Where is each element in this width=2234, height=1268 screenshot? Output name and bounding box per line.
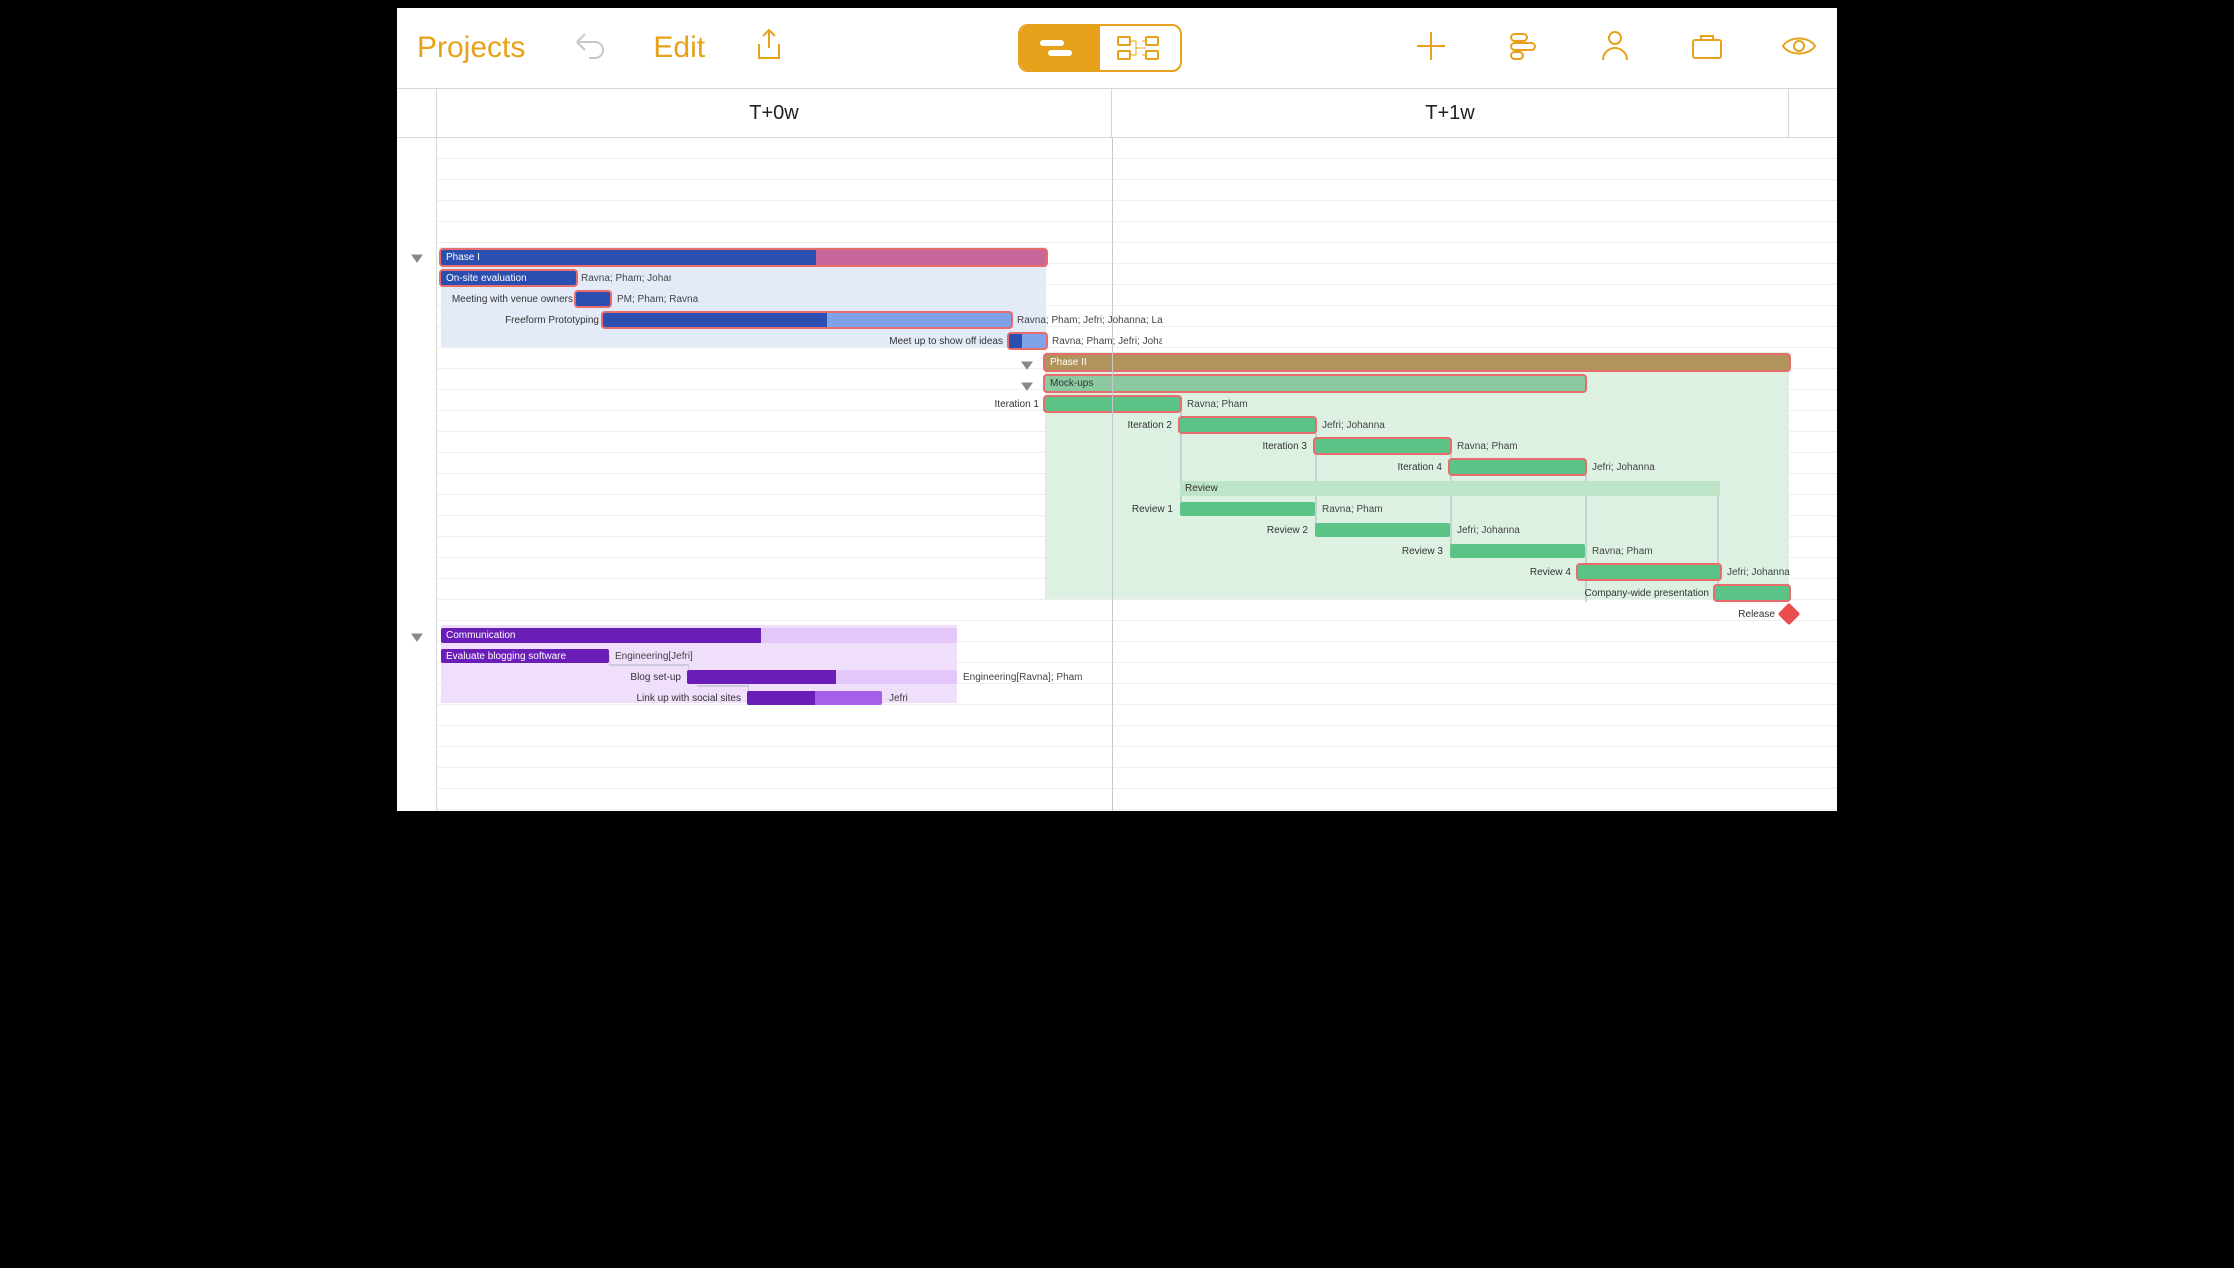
- task-bar-iter2[interactable]: [1180, 418, 1315, 432]
- task-res-iter4: Jefri; Johanna: [1592, 457, 1655, 478]
- task-label-rev1: Review 1: [1125, 499, 1173, 520]
- task-label-rev2: Review 2: [1260, 520, 1308, 541]
- task-label-iter4: Iteration 4: [1390, 457, 1442, 478]
- triangle-down-icon: [1021, 380, 1033, 392]
- styles-icon: [1505, 28, 1541, 64]
- disclosure-mockups[interactable]: [1021, 379, 1033, 391]
- task-bar-blogsetup[interactable]: [687, 670, 957, 684]
- task-label-evalblog: Evaluate blogging software: [446, 651, 566, 662]
- week-divider: [1112, 138, 1113, 811]
- task-label-iter3: Iteration 3: [1255, 436, 1307, 457]
- task-bar-iter4[interactable]: [1450, 460, 1585, 474]
- task-bar-rev1[interactable]: [1180, 502, 1315, 516]
- task-label-iter2: Iteration 2: [1120, 415, 1172, 436]
- task-bar-onsite[interactable]: On-site evaluation: [441, 271, 576, 285]
- task-label-onsite: On-site evaluation: [446, 273, 527, 284]
- task-bar-evalblog[interactable]: Evaluate blogging software: [441, 649, 609, 663]
- triangle-down-icon: [411, 252, 423, 264]
- triangle-down-icon: [411, 631, 423, 643]
- task-label-blogsetup: Blog set-up: [623, 667, 681, 688]
- timeline-header: T+0w T+1w: [397, 88, 1837, 138]
- group-label-phase1: Phase I: [446, 252, 480, 263]
- person-icon: [1597, 28, 1633, 64]
- group-label-phase2: Phase II: [1050, 357, 1087, 368]
- task-res-rev3: Ravna; Pham: [1592, 541, 1653, 562]
- group-bar-communication[interactable]: Communication: [441, 628, 957, 643]
- task-label-proto: Freeform Prototyping: [511, 310, 599, 331]
- task-label-meetup: Meet up to show off ideas: [903, 331, 1003, 352]
- task-res-iter3: Ravna; Pham: [1457, 436, 1518, 457]
- gantt-view-icon: [1038, 34, 1082, 62]
- task-bar-proto[interactable]: [603, 313, 1011, 327]
- group-bar-phase2[interactable]: Phase II: [1045, 355, 1789, 370]
- task-res-linkup: Jefri: [889, 688, 908, 709]
- task-bar-rev4[interactable]: [1578, 565, 1720, 579]
- group-bar-review[interactable]: Review: [1180, 481, 1720, 496]
- task-label-present: Company-wide presentation: [1597, 583, 1709, 604]
- app-window: Projects Edit: [389, 0, 1845, 819]
- gantt-view-button[interactable]: [1020, 26, 1100, 70]
- add-button[interactable]: [1413, 28, 1449, 69]
- task-res-iter1: Ravna; Pham: [1187, 394, 1248, 415]
- task-label-rev4: Review 4: [1523, 562, 1571, 583]
- time-column-1-label: T+1w: [1425, 102, 1474, 125]
- task-bar-iter3[interactable]: [1315, 439, 1450, 453]
- share-icon: [751, 28, 787, 64]
- task-bar-meetup[interactable]: [1009, 334, 1046, 348]
- undo-icon: [571, 28, 607, 64]
- project-button[interactable]: [1689, 28, 1725, 69]
- task-bar-linkup[interactable]: [747, 691, 882, 705]
- dependency-line: [1450, 441, 1452, 551]
- task-bar-present[interactable]: [1715, 586, 1789, 600]
- time-column-0[interactable]: T+0w: [437, 89, 1112, 137]
- group-bar-phase1[interactable]: Phase I: [441, 250, 1046, 265]
- task-bar-rev2[interactable]: [1315, 523, 1450, 537]
- task-res-iter2: Jefri; Johanna: [1322, 415, 1385, 436]
- disclosure-phase2[interactable]: [1021, 358, 1033, 370]
- task-res-rev4: Jefri; Johanna: [1727, 562, 1790, 583]
- view-mode-segmented: [1018, 24, 1182, 72]
- task-res-evalblog: Engineering[Jefri]: [615, 646, 693, 667]
- task-res-meetup: Ravna; Pham; Jefri; Johanna; PM: [1052, 331, 1162, 352]
- chart-gutter: [397, 138, 437, 811]
- toolbar: Projects Edit: [397, 8, 1837, 88]
- task-bar-rev3[interactable]: [1450, 544, 1585, 558]
- task-res-blogsetup: Engineering[Ravna]; Pham: [963, 667, 1083, 688]
- task-label-linkup: Link up with social sites: [629, 688, 741, 709]
- task-res-rev2: Jefri; Johanna: [1457, 520, 1520, 541]
- edit-button[interactable]: Edit: [653, 31, 705, 65]
- resource-button[interactable]: [1597, 28, 1633, 69]
- view-options-button[interactable]: [1781, 28, 1817, 69]
- task-res-onsite: Ravna; Pham; Johanna; PM: [581, 268, 671, 289]
- task-label-release: Release: [1727, 604, 1775, 625]
- group-bar-mockups[interactable]: Mock-ups: [1045, 376, 1585, 391]
- eye-icon: [1781, 28, 1817, 64]
- task-label-rev3: Review 3: [1395, 541, 1443, 562]
- task-res-meeting: PM; Pham; Ravna: [617, 289, 698, 310]
- network-view-icon: [1116, 34, 1164, 62]
- briefcase-icon: [1689, 28, 1725, 64]
- task-label-iter1: Iteration 1: [987, 394, 1039, 415]
- header-gutter: [397, 89, 437, 137]
- share-button[interactable]: [751, 28, 787, 69]
- gantt-chart[interactable]: Phase I On-site evaluation Ravna; Pham; …: [397, 138, 1837, 811]
- group-label-mockups: Mock-ups: [1050, 378, 1093, 389]
- disclosure-communication[interactable]: [411, 630, 423, 642]
- time-column-0-label: T+0w: [749, 102, 798, 125]
- disclosure-phase1[interactable]: [411, 251, 423, 263]
- style-button[interactable]: [1505, 28, 1541, 69]
- group-label-review: Review: [1185, 483, 1218, 494]
- time-column-1[interactable]: T+1w: [1112, 89, 1789, 137]
- task-res-proto: Ravna; Pham; Jefri; Johanna; La: [1017, 310, 1163, 331]
- plus-icon: [1413, 28, 1449, 64]
- task-res-rev1: Ravna; Pham: [1322, 499, 1383, 520]
- undo-button[interactable]: [571, 28, 607, 69]
- dependency-line: [1315, 420, 1317, 530]
- triangle-down-icon: [1021, 359, 1033, 371]
- task-bar-meeting[interactable]: [576, 292, 610, 306]
- group-label-communication: Communication: [446, 630, 515, 641]
- back-projects-button[interactable]: Projects: [417, 31, 525, 65]
- task-label-meeting: Meeting with venue owners: [465, 289, 573, 310]
- network-view-button[interactable]: [1100, 26, 1180, 70]
